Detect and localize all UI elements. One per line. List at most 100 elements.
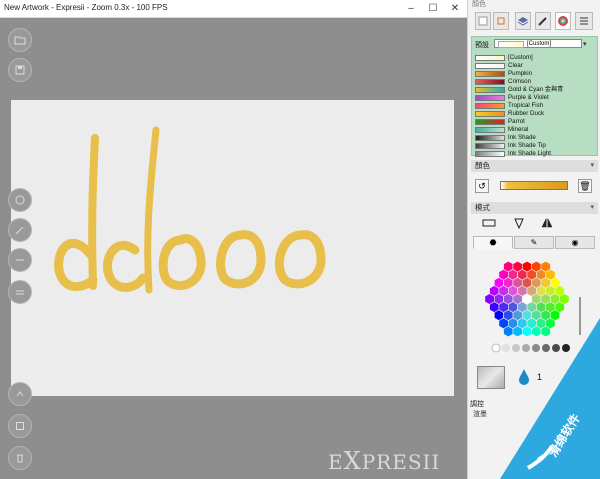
reset-color-button[interactable]: ↺ [475,179,489,193]
scroll-up-button[interactable] [8,382,32,406]
chevron-down-icon[interactable]: ▾ [583,40,587,48]
reset-icon: ↺ [478,180,486,191]
color-row: ↺ 🗑 [471,177,598,199]
gradient-bar[interactable] [500,181,568,190]
presets-panel: 預設 [Custom] ▾ [Custom] Clear Pumpkin Crimso… [471,36,598,158]
folder-icon [14,36,26,45]
presets-dropdown[interactable]: [Custom] [494,39,582,48]
preset-gradient [475,63,505,69]
preset-item[interactable]: Crimson [473,78,597,86]
preset-gradient [475,127,505,133]
preset-item[interactable]: Tropical Fish [473,102,597,110]
presets-label: 預設 [475,42,489,49]
panel-tabbar [471,12,599,34]
tab-crop[interactable] [493,12,509,30]
color-icon [558,16,568,26]
preset-label: Mineral [508,126,529,133]
preset-item[interactable]: Clear [473,62,597,70]
panel-header: 顏色 [472,1,486,8]
mode-section-title: 模式 [475,203,490,212]
hex-icon: ⬣ [489,238,497,247]
delete-button[interactable] [8,446,32,470]
left-toolbar [8,18,34,479]
open-button[interactable] [8,28,32,52]
preset-gradient [475,79,505,85]
preset-gradient [475,119,505,125]
layers-icon [517,17,529,26]
trash-icon [17,454,23,463]
preset-item[interactable]: Pumpkin [473,70,597,78]
maximize-button[interactable]: ☐ [422,0,444,17]
preset-item[interactable]: Ink Shade Light [473,150,597,158]
mode-rect-button[interactable] [477,215,501,231]
square-icon [16,422,24,430]
preset-label: [Custom] [508,54,533,61]
collapse-icon[interactable]: ▾ [590,160,594,172]
stamp-icon [15,195,25,205]
preset-label: Crimson [508,78,532,85]
preset-label: Ink Shade [508,134,536,141]
preset-label: Parrot [508,118,525,125]
color-section-header[interactable]: 顏色 ▾ [471,160,598,172]
flip-icon [541,218,553,228]
close-button[interactable]: ✕ [444,0,466,17]
tab-brush[interactable] [535,12,551,30]
tab-layers[interactable] [515,12,531,30]
preset-label: Tropical Fish [508,102,544,109]
collapse-icon[interactable]: ▾ [590,202,594,214]
tab-menu[interactable] [575,12,593,30]
save-icon [15,65,25,75]
mode-flip-button[interactable] [535,215,559,231]
preset-item[interactable]: Purple & Violet [473,94,597,102]
preset-label: Rubber Duck [508,110,545,117]
edit-icon [15,226,24,235]
minus-icon [16,259,24,261]
preset-gradient [475,87,505,93]
crop-icon [497,17,505,25]
preset-label: Clear [508,62,523,69]
presets-selected: [Custom] [527,41,552,47]
fullscreen-button[interactable] [8,414,32,438]
preset-item[interactable]: Parrot [473,118,597,126]
preset-gradient [475,135,505,141]
eyedropper-icon: ✎ [530,238,538,247]
tab-eyedropper[interactable]: ✎ [514,236,554,249]
wheel-icon: ◉ [571,238,579,247]
preset-item[interactable]: Gold & Cyan 金與青 [473,86,597,94]
preset-item[interactable]: Ink Shade [473,134,597,142]
expresii-logo: EXPRESII [328,447,441,475]
preset-label: Pumpkin [508,70,533,77]
tool-button-1[interactable] [8,188,32,212]
tab-color[interactable] [555,12,571,30]
titlebar: New Artwork - Expresii - Zoom 0.3x - 100… [0,0,467,18]
paper-icon [478,16,488,26]
tool-button-4[interactable] [8,280,32,304]
tab-wheel[interactable]: ◉ [555,236,595,249]
minimize-button[interactable]: – [400,0,422,17]
preset-gradient [475,55,505,61]
preset-item[interactable]: Mineral [473,126,597,134]
preset-gradient [475,95,505,101]
preset-list: [Custom] Clear Pumpkin Crimson Gold & Cyan 金… [473,54,597,158]
rectangle-icon [482,219,496,227]
tool-button-3[interactable] [8,248,32,272]
color-section-title: 顏色 [475,161,490,170]
hex-swatch[interactable] [559,293,570,305]
preset-item[interactable]: Rubber Duck [473,110,597,118]
preset-gradient [475,71,505,77]
preset-swatch [498,41,524,48]
artwork-paper[interactable] [11,100,454,396]
ink-strokes [54,126,326,294]
mode-section-header[interactable]: 模式 ▾ [471,202,598,214]
mode-pen-button[interactable] [507,215,531,231]
preset-item[interactable]: [Custom] [473,54,597,62]
preset-label: Purple & Violet [508,94,549,101]
tab-hex-picker[interactable]: ⬣ [473,236,513,249]
trash-color-button[interactable]: 🗑 [578,179,592,193]
preset-gradient [475,143,505,149]
preset-item[interactable]: Ink Shade Tip [473,142,597,150]
save-button[interactable] [8,58,32,82]
tab-paper[interactable] [475,12,491,30]
arrow-up-icon [16,391,24,397]
tool-button-2[interactable] [8,218,32,242]
